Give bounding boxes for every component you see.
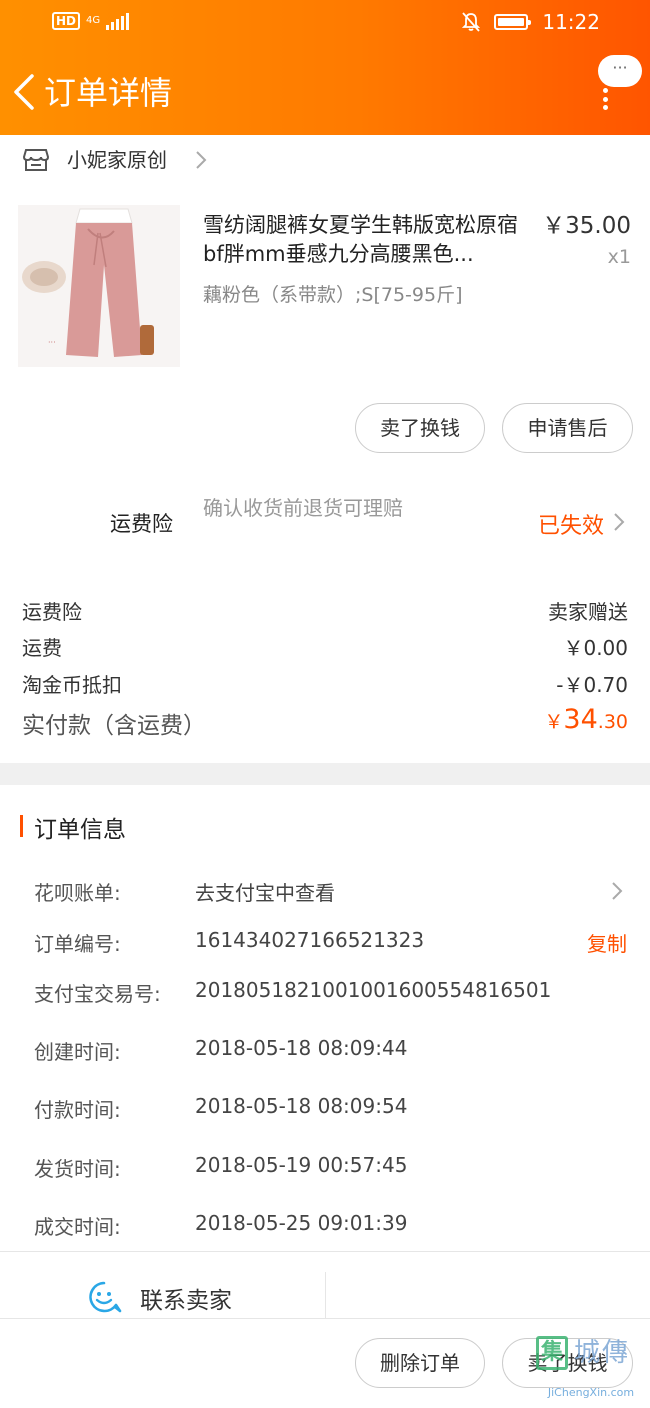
amount-paid-label: 实付款（含运费） [22,713,206,739]
amount-integer: 34 [563,704,598,735]
chevron-right-icon[interactable] [612,511,626,533]
shop-icon [23,149,49,171]
fee-label: 运费险 [22,600,82,624]
info-key: 订单编号: [34,932,121,956]
fee-row: 运费 ￥0.00 [22,632,628,662]
shop-row[interactable]: 小妮家原创 [0,135,650,185]
info-value: 2018-05-18 08:09:44 [195,1036,408,1060]
info-key: 花呗账单: [34,881,121,905]
fee-row: 淘金币抵扣 -￥0.70 [22,669,628,699]
copy-button[interactable]: 复制 [587,928,627,957]
created-time-row: 创建时间: 2018-05-18 08:09:44 [0,1036,650,1072]
section-accent-bar [20,815,23,837]
info-value: 2018-05-25 09:01:39 [195,1211,408,1235]
divider [0,1318,650,1319]
alipay-trade-row: 支付宝交易号: 2018051821001001600554816501 [0,978,650,1014]
currency-symbol: ￥ [544,711,564,733]
message-bubble-button[interactable]: ··· [598,55,642,87]
shipping-insurance-description: 确认收货前退货可理赔 [203,496,403,520]
shipping-insurance-label: 运费险 [110,512,173,536]
svg-text:···: ··· [48,338,56,347]
fee-label: 淘金币抵扣 [22,673,122,697]
info-key: 成交时间: [34,1215,121,1239]
shipping-insurance-status[interactable]: 已失效 [538,508,604,540]
info-key: 创建时间: [34,1040,121,1064]
info-value: 去支付宝中查看 [195,881,335,905]
product-sku: 藕粉色（系带款）;S[75-95斤] [203,284,463,306]
amount-paid-value: ￥34.30 [544,704,628,735]
fee-value: -￥0.70 [556,673,628,697]
fee-row: 运费险 卖家赠送 [22,596,628,626]
pants-thumbnail-icon: ··· [18,205,180,367]
more-menu-icon[interactable] [603,88,609,110]
status-bar: HD 4G 11:22 [0,0,650,48]
info-value: 161434027166521323 [195,928,425,952]
watermark-text: 城傳 [574,1338,631,1368]
clock: 11:22 [542,10,600,34]
page-title: 订单详情 [44,74,173,112]
battery-icon [494,14,532,30]
order-info-title: 订单信息 [34,817,126,843]
network-type: 4G [86,15,101,26]
product-title[interactable]: 雪纺阔腿裤女夏学生韩版宽松原宿bf胖mm垂感九分高腰黑色... [203,211,536,269]
fee-label: 运费 [22,636,62,660]
chevron-right-icon[interactable] [610,880,624,902]
watermark-logo: 集 城傳 JiChengXin.com [532,1332,650,1408]
completed-time-row: 成交时间: 2018-05-25 09:01:39 [0,1211,650,1247]
huabei-bill-row[interactable]: 花呗账单: 去支付宝中查看 [0,877,650,913]
fee-value: 卖家赠送 [548,600,628,624]
product-price: ￥35.00 [542,213,631,239]
hd-indicator: HD [52,12,81,30]
status-left: HD 4G [52,12,130,30]
info-key: 付款时间: [34,1098,121,1122]
app-header: HD 4G 11:22 订单详情 ··· [0,0,650,135]
watermark-badge: 集 [536,1336,568,1370]
shipped-time-row: 发货时间: 2018-05-19 00:57:45 [0,1153,650,1189]
sell-for-cash-button[interactable]: 卖了换钱 [355,403,485,453]
order-number-row: 订单编号: 161434027166521323 复制 [0,928,650,964]
watermark-url: JiChengXin.com [547,1386,635,1399]
delete-order-button[interactable]: 删除订单 [355,1338,485,1388]
info-key: 发货时间: [34,1157,121,1181]
apply-after-sales-button[interactable]: 申请售后 [502,403,633,453]
signal-icon [106,12,130,30]
info-value: 2018-05-18 08:09:54 [195,1094,408,1118]
divider [325,1272,326,1318]
divider [0,1251,650,1252]
info-value: 2018051821001001600554816501 [195,978,552,1002]
paid-time-row: 付款时间: 2018-05-18 08:09:54 [0,1094,650,1130]
info-value: 2018-05-19 00:57:45 [195,1153,408,1177]
info-key: 支付宝交易号: [34,982,161,1006]
section-divider [0,763,650,785]
chat-smile-icon[interactable] [86,1279,122,1315]
amount-decimal: .30 [597,711,628,733]
status-right: 11:22 [462,10,600,34]
product-quantity: x1 [607,246,631,268]
chevron-right-icon [196,151,207,169]
product-image[interactable]: ··· [18,205,180,367]
fee-value: ￥0.00 [563,636,628,660]
back-arrow-icon[interactable] [8,70,44,114]
mute-bell-icon [462,12,481,32]
contact-seller-button[interactable]: 联系卖家 [140,1281,232,1315]
shop-name: 小妮家原创 [67,148,167,172]
